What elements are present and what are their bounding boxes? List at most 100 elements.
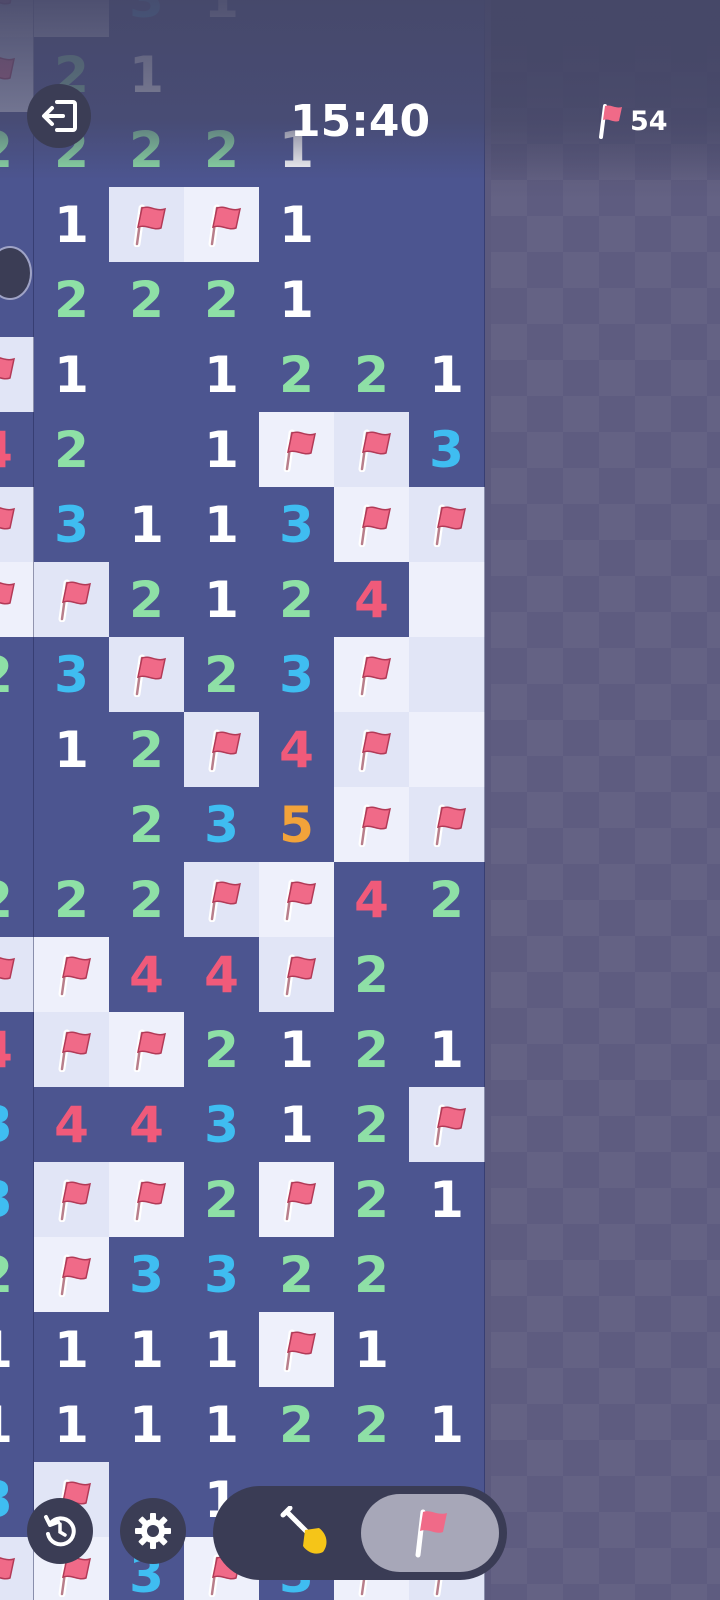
number-cell[interactable]: 1 [34, 187, 110, 263]
flagged-cell[interactable] [34, 1237, 110, 1313]
number-cell[interactable]: 1 [109, 487, 185, 563]
flagged-cell[interactable] [259, 1312, 335, 1388]
flagged-cell[interactable] [0, 0, 34, 38]
number-cell[interactable]: 3 [409, 412, 485, 488]
number-cell[interactable]: 1 [34, 1387, 110, 1463]
number-cell[interactable]: 2 [184, 637, 260, 713]
dig-mode-button[interactable] [243, 1496, 369, 1570]
number-cell[interactable]: 2 [0, 862, 34, 938]
number-cell[interactable]: 1 [334, 1312, 410, 1388]
number-cell[interactable]: 3 [0, 1087, 34, 1163]
number-cell[interactable]: 3 [34, 487, 110, 563]
number-cell[interactable]: 2 [34, 262, 110, 338]
number-cell[interactable]: 2 [0, 1237, 34, 1313]
number-cell[interactable]: 2 [109, 712, 185, 788]
number-cell[interactable]: 1 [109, 37, 185, 113]
number-cell[interactable]: 3 [259, 637, 335, 713]
number-cell[interactable]: 1 [184, 562, 260, 638]
flagged-cell[interactable] [0, 337, 34, 413]
number-cell[interactable]: 1 [409, 337, 485, 413]
number-cell[interactable]: 1 [34, 712, 110, 788]
empty-cell[interactable] [409, 937, 485, 1013]
empty-cell[interactable] [0, 787, 34, 863]
flagged-cell[interactable] [184, 187, 260, 263]
hidden-cell[interactable] [34, 0, 110, 38]
empty-cell[interactable] [334, 0, 410, 38]
flagged-cell[interactable] [259, 412, 335, 488]
flagged-cell[interactable] [334, 412, 410, 488]
number-cell[interactable]: 2 [334, 1012, 410, 1088]
number-cell[interactable]: 2 [334, 1087, 410, 1163]
number-cell[interactable]: 2 [334, 1237, 410, 1313]
flagged-cell[interactable] [409, 487, 485, 563]
number-cell[interactable]: 1 [409, 1387, 485, 1463]
number-cell[interactable]: 2 [34, 412, 110, 488]
number-cell[interactable]: 3 [0, 1162, 34, 1238]
flagged-cell[interactable] [334, 712, 410, 788]
empty-cell[interactable] [259, 0, 335, 38]
settings-button[interactable] [120, 1498, 186, 1564]
number-cell[interactable]: 2 [184, 1012, 260, 1088]
number-cell[interactable]: 4 [34, 1087, 110, 1163]
number-cell[interactable]: 2 [109, 562, 185, 638]
number-cell[interactable]: 1 [409, 1162, 485, 1238]
hidden-cell[interactable] [409, 712, 485, 788]
number-cell[interactable]: 1 [109, 1312, 185, 1388]
number-cell[interactable]: 5 [259, 787, 335, 863]
number-cell[interactable]: 1 [184, 412, 260, 488]
number-cell[interactable]: 1 [184, 1387, 260, 1463]
number-cell[interactable]: 2 [0, 637, 34, 713]
flagged-cell[interactable] [409, 787, 485, 863]
empty-cell[interactable] [34, 787, 110, 863]
empty-cell[interactable] [109, 337, 185, 413]
flagged-cell[interactable] [0, 487, 34, 563]
flagged-cell[interactable] [259, 937, 335, 1013]
number-cell[interactable]: 3 [184, 1087, 260, 1163]
number-cell[interactable]: 2 [409, 862, 485, 938]
number-cell[interactable]: 2 [109, 262, 185, 338]
number-cell[interactable]: 2 [259, 337, 335, 413]
flagged-cell[interactable] [0, 937, 34, 1013]
number-cell[interactable]: 2 [184, 1162, 260, 1238]
number-cell[interactable]: 1 [409, 1012, 485, 1088]
number-cell[interactable]: 4 [334, 562, 410, 638]
hidden-cell[interactable] [409, 562, 485, 638]
number-cell[interactable]: 3 [109, 1237, 185, 1313]
flagged-cell[interactable] [259, 1162, 335, 1238]
flagged-cell[interactable] [334, 487, 410, 563]
number-cell[interactable]: 3 [259, 487, 335, 563]
number-cell[interactable]: 1 [184, 487, 260, 563]
flagged-cell[interactable] [109, 1012, 185, 1088]
number-cell[interactable]: 4 [0, 412, 34, 488]
flagged-cell[interactable] [334, 637, 410, 713]
empty-cell[interactable] [0, 712, 34, 788]
flagged-cell[interactable] [109, 1162, 185, 1238]
number-cell[interactable]: 1 [34, 1312, 110, 1388]
flagged-cell[interactable] [184, 862, 260, 938]
number-cell[interactable]: 1 [259, 1087, 335, 1163]
number-cell[interactable]: 1 [259, 187, 335, 263]
number-cell[interactable]: 3 [184, 1237, 260, 1313]
flagged-cell[interactable] [34, 562, 110, 638]
number-cell[interactable]: 4 [259, 712, 335, 788]
number-cell[interactable]: 2 [334, 1387, 410, 1463]
number-cell[interactable]: 2 [109, 787, 185, 863]
number-cell[interactable]: 1 [184, 337, 260, 413]
number-cell[interactable]: 2 [259, 1237, 335, 1313]
flagged-cell[interactable] [0, 562, 34, 638]
number-cell[interactable]: 2 [334, 1162, 410, 1238]
number-cell[interactable]: 3 [34, 637, 110, 713]
number-cell[interactable]: 1 [259, 262, 335, 338]
flagged-cell[interactable] [259, 862, 335, 938]
number-cell[interactable]: 4 [109, 1087, 185, 1163]
number-cell[interactable]: 2 [334, 337, 410, 413]
mode-toggle[interactable] [213, 1486, 507, 1580]
empty-cell[interactable] [334, 262, 410, 338]
number-cell[interactable]: 2 [259, 562, 335, 638]
number-cell[interactable]: 2 [259, 1387, 335, 1463]
empty-cell[interactable] [334, 187, 410, 263]
flag-mode-button[interactable] [361, 1494, 499, 1572]
number-cell[interactable]: 2 [334, 937, 410, 1013]
flagged-cell[interactable] [34, 937, 110, 1013]
empty-cell[interactable] [409, 0, 485, 38]
